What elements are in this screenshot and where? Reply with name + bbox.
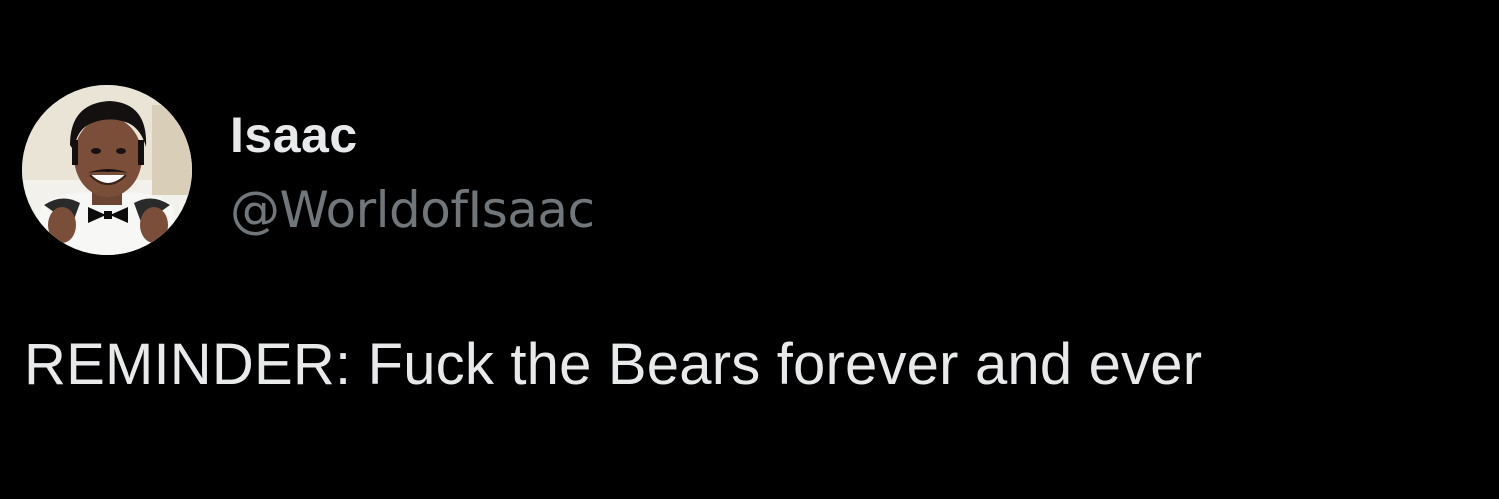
- author-handle[interactable]: @WorldofIsaac: [230, 185, 595, 235]
- tweet-header: Isaac @WorldofIsaac: [22, 85, 595, 255]
- tweet-text: REMINDER: Fuck the Bears forever and eve…: [24, 332, 1203, 397]
- author-names: Isaac @WorldofIsaac: [230, 85, 595, 235]
- avatar[interactable]: [22, 85, 192, 255]
- tweet-card: Isaac @WorldofIsaac REMINDER: Fuck the B…: [0, 0, 1499, 499]
- author-display-name[interactable]: Isaac: [230, 110, 595, 160]
- avatar-icon: [22, 85, 192, 255]
